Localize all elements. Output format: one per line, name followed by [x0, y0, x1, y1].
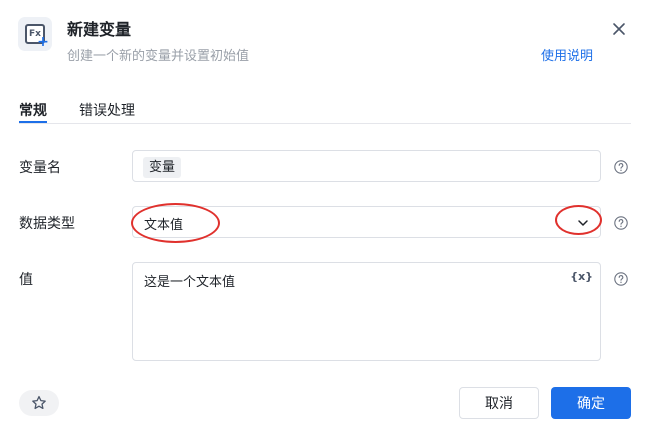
value-text: 这是一个文本值 — [144, 275, 236, 290]
tab-general[interactable]: 常规 — [19, 100, 47, 120]
value-textarea[interactable]: 这是一个文本值 {x} — [132, 262, 601, 361]
tab-error-handling[interactable]: 错误处理 — [79, 100, 135, 120]
data-type-select[interactable]: 文本值 — [132, 206, 601, 238]
data-type-value: 文本值 — [144, 218, 184, 233]
dialog-subtitle: 创建一个新的变量并设置初始值 — [67, 49, 250, 64]
favorite-button[interactable] — [19, 390, 59, 416]
data-type-label: 数据类型 — [19, 216, 75, 232]
cancel-button[interactable]: 取消 — [459, 387, 539, 419]
value-label: 值 — [19, 272, 33, 288]
chevron-down-icon[interactable] — [576, 216, 590, 230]
variable-name-input[interactable]: 变量 — [132, 150, 601, 182]
help-icon[interactable] — [614, 216, 628, 230]
tabs-divider — [19, 123, 631, 124]
variable-name-tag: 变量 — [143, 157, 182, 178]
confirm-button[interactable]: 确定 — [551, 387, 631, 419]
insert-variable-icon[interactable]: {x} — [570, 270, 593, 283]
help-icon[interactable] — [614, 160, 628, 174]
help-link[interactable]: 使用说明 — [541, 45, 593, 64]
dialog-title: 新建变量 — [67, 20, 132, 39]
new-variable-icon: Fx + — [18, 17, 52, 51]
close-icon[interactable] — [608, 18, 630, 40]
variable-name-label: 变量名 — [19, 160, 61, 176]
star-icon — [32, 395, 46, 410]
help-icon[interactable] — [614, 272, 628, 286]
